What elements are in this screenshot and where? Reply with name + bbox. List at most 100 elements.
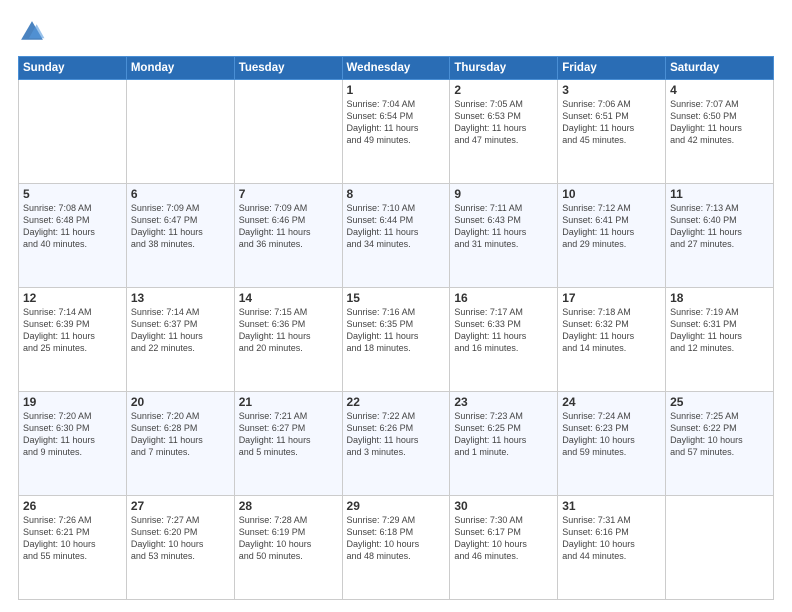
calendar-cell: 5Sunrise: 7:08 AM Sunset: 6:48 PM Daylig… <box>19 184 127 288</box>
calendar-cell: 26Sunrise: 7:26 AM Sunset: 6:21 PM Dayli… <box>19 496 127 600</box>
day-number: 13 <box>131 291 230 305</box>
day-info: Sunrise: 7:18 AM Sunset: 6:32 PM Dayligh… <box>562 306 661 355</box>
day-number: 20 <box>131 395 230 409</box>
day-number: 30 <box>454 499 553 513</box>
calendar-cell: 13Sunrise: 7:14 AM Sunset: 6:37 PM Dayli… <box>126 288 234 392</box>
day-number: 17 <box>562 291 661 305</box>
day-number: 22 <box>347 395 446 409</box>
day-info: Sunrise: 7:21 AM Sunset: 6:27 PM Dayligh… <box>239 410 338 459</box>
calendar-header-sunday: Sunday <box>19 57 127 80</box>
day-number: 1 <box>347 83 446 97</box>
day-number: 3 <box>562 83 661 97</box>
calendar-cell: 14Sunrise: 7:15 AM Sunset: 6:36 PM Dayli… <box>234 288 342 392</box>
day-info: Sunrise: 7:14 AM Sunset: 6:37 PM Dayligh… <box>131 306 230 355</box>
calendar-cell: 12Sunrise: 7:14 AM Sunset: 6:39 PM Dayli… <box>19 288 127 392</box>
day-number: 10 <box>562 187 661 201</box>
logo <box>18 18 50 46</box>
calendar-cell: 2Sunrise: 7:05 AM Sunset: 6:53 PM Daylig… <box>450 80 558 184</box>
day-info: Sunrise: 7:05 AM Sunset: 6:53 PM Dayligh… <box>454 98 553 147</box>
day-number: 18 <box>670 291 769 305</box>
day-number: 23 <box>454 395 553 409</box>
calendar-header-wednesday: Wednesday <box>342 57 450 80</box>
calendar-table: SundayMondayTuesdayWednesdayThursdayFrid… <box>18 56 774 600</box>
calendar-week-3: 19Sunrise: 7:20 AM Sunset: 6:30 PM Dayli… <box>19 392 774 496</box>
day-number: 5 <box>23 187 122 201</box>
calendar-cell: 16Sunrise: 7:17 AM Sunset: 6:33 PM Dayli… <box>450 288 558 392</box>
calendar-cell: 20Sunrise: 7:20 AM Sunset: 6:28 PM Dayli… <box>126 392 234 496</box>
day-number: 7 <box>239 187 338 201</box>
day-number: 11 <box>670 187 769 201</box>
calendar-cell: 24Sunrise: 7:24 AM Sunset: 6:23 PM Dayli… <box>558 392 666 496</box>
calendar-cell: 19Sunrise: 7:20 AM Sunset: 6:30 PM Dayli… <box>19 392 127 496</box>
day-info: Sunrise: 7:11 AM Sunset: 6:43 PM Dayligh… <box>454 202 553 251</box>
day-info: Sunrise: 7:20 AM Sunset: 6:30 PM Dayligh… <box>23 410 122 459</box>
day-info: Sunrise: 7:09 AM Sunset: 6:46 PM Dayligh… <box>239 202 338 251</box>
day-number: 2 <box>454 83 553 97</box>
day-info: Sunrise: 7:30 AM Sunset: 6:17 PM Dayligh… <box>454 514 553 563</box>
day-info: Sunrise: 7:15 AM Sunset: 6:36 PM Dayligh… <box>239 306 338 355</box>
day-number: 28 <box>239 499 338 513</box>
day-info: Sunrise: 7:31 AM Sunset: 6:16 PM Dayligh… <box>562 514 661 563</box>
calendar-cell: 6Sunrise: 7:09 AM Sunset: 6:47 PM Daylig… <box>126 184 234 288</box>
day-number: 19 <box>23 395 122 409</box>
calendar-week-0: 1Sunrise: 7:04 AM Sunset: 6:54 PM Daylig… <box>19 80 774 184</box>
calendar-cell: 15Sunrise: 7:16 AM Sunset: 6:35 PM Dayli… <box>342 288 450 392</box>
calendar-cell: 10Sunrise: 7:12 AM Sunset: 6:41 PM Dayli… <box>558 184 666 288</box>
day-info: Sunrise: 7:28 AM Sunset: 6:19 PM Dayligh… <box>239 514 338 563</box>
day-info: Sunrise: 7:07 AM Sunset: 6:50 PM Dayligh… <box>670 98 769 147</box>
day-info: Sunrise: 7:09 AM Sunset: 6:47 PM Dayligh… <box>131 202 230 251</box>
day-info: Sunrise: 7:19 AM Sunset: 6:31 PM Dayligh… <box>670 306 769 355</box>
calendar-cell: 23Sunrise: 7:23 AM Sunset: 6:25 PM Dayli… <box>450 392 558 496</box>
calendar-cell: 7Sunrise: 7:09 AM Sunset: 6:46 PM Daylig… <box>234 184 342 288</box>
day-info: Sunrise: 7:14 AM Sunset: 6:39 PM Dayligh… <box>23 306 122 355</box>
day-number: 6 <box>131 187 230 201</box>
day-info: Sunrise: 7:29 AM Sunset: 6:18 PM Dayligh… <box>347 514 446 563</box>
calendar-cell <box>666 496 774 600</box>
calendar-header-thursday: Thursday <box>450 57 558 80</box>
calendar-cell: 25Sunrise: 7:25 AM Sunset: 6:22 PM Dayli… <box>666 392 774 496</box>
day-info: Sunrise: 7:22 AM Sunset: 6:26 PM Dayligh… <box>347 410 446 459</box>
calendar-cell: 27Sunrise: 7:27 AM Sunset: 6:20 PM Dayli… <box>126 496 234 600</box>
page: SundayMondayTuesdayWednesdayThursdayFrid… <box>0 0 792 612</box>
calendar-cell: 21Sunrise: 7:21 AM Sunset: 6:27 PM Dayli… <box>234 392 342 496</box>
calendar-week-4: 26Sunrise: 7:26 AM Sunset: 6:21 PM Dayli… <box>19 496 774 600</box>
day-info: Sunrise: 7:23 AM Sunset: 6:25 PM Dayligh… <box>454 410 553 459</box>
day-info: Sunrise: 7:06 AM Sunset: 6:51 PM Dayligh… <box>562 98 661 147</box>
calendar-cell: 29Sunrise: 7:29 AM Sunset: 6:18 PM Dayli… <box>342 496 450 600</box>
day-number: 31 <box>562 499 661 513</box>
day-number: 24 <box>562 395 661 409</box>
calendar-cell: 18Sunrise: 7:19 AM Sunset: 6:31 PM Dayli… <box>666 288 774 392</box>
calendar-cell: 22Sunrise: 7:22 AM Sunset: 6:26 PM Dayli… <box>342 392 450 496</box>
day-info: Sunrise: 7:26 AM Sunset: 6:21 PM Dayligh… <box>23 514 122 563</box>
calendar-cell: 9Sunrise: 7:11 AM Sunset: 6:43 PM Daylig… <box>450 184 558 288</box>
calendar-cell <box>234 80 342 184</box>
calendar-cell: 28Sunrise: 7:28 AM Sunset: 6:19 PM Dayli… <box>234 496 342 600</box>
day-info: Sunrise: 7:16 AM Sunset: 6:35 PM Dayligh… <box>347 306 446 355</box>
day-info: Sunrise: 7:13 AM Sunset: 6:40 PM Dayligh… <box>670 202 769 251</box>
calendar-header-saturday: Saturday <box>666 57 774 80</box>
calendar-cell <box>126 80 234 184</box>
day-number: 26 <box>23 499 122 513</box>
day-number: 15 <box>347 291 446 305</box>
day-info: Sunrise: 7:25 AM Sunset: 6:22 PM Dayligh… <box>670 410 769 459</box>
calendar-header-monday: Monday <box>126 57 234 80</box>
day-info: Sunrise: 7:12 AM Sunset: 6:41 PM Dayligh… <box>562 202 661 251</box>
calendar-cell <box>19 80 127 184</box>
calendar-header-row: SundayMondayTuesdayWednesdayThursdayFrid… <box>19 57 774 80</box>
day-info: Sunrise: 7:10 AM Sunset: 6:44 PM Dayligh… <box>347 202 446 251</box>
day-number: 4 <box>670 83 769 97</box>
calendar-cell: 4Sunrise: 7:07 AM Sunset: 6:50 PM Daylig… <box>666 80 774 184</box>
day-number: 8 <box>347 187 446 201</box>
calendar-cell: 8Sunrise: 7:10 AM Sunset: 6:44 PM Daylig… <box>342 184 450 288</box>
calendar-cell: 31Sunrise: 7:31 AM Sunset: 6:16 PM Dayli… <box>558 496 666 600</box>
day-info: Sunrise: 7:17 AM Sunset: 6:33 PM Dayligh… <box>454 306 553 355</box>
calendar-cell: 3Sunrise: 7:06 AM Sunset: 6:51 PM Daylig… <box>558 80 666 184</box>
calendar-cell: 17Sunrise: 7:18 AM Sunset: 6:32 PM Dayli… <box>558 288 666 392</box>
calendar-week-2: 12Sunrise: 7:14 AM Sunset: 6:39 PM Dayli… <box>19 288 774 392</box>
day-info: Sunrise: 7:20 AM Sunset: 6:28 PM Dayligh… <box>131 410 230 459</box>
day-info: Sunrise: 7:04 AM Sunset: 6:54 PM Dayligh… <box>347 98 446 147</box>
day-number: 21 <box>239 395 338 409</box>
day-number: 25 <box>670 395 769 409</box>
calendar-header-tuesday: Tuesday <box>234 57 342 80</box>
day-info: Sunrise: 7:08 AM Sunset: 6:48 PM Dayligh… <box>23 202 122 251</box>
